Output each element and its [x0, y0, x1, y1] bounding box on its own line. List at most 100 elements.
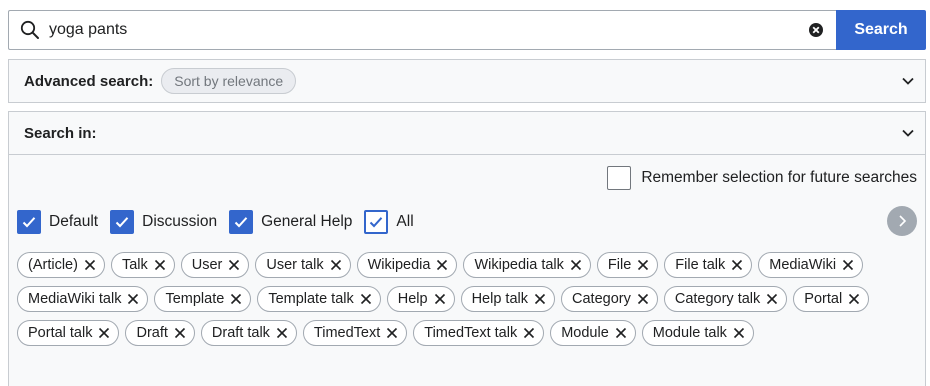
tag-label: (Article) — [28, 257, 78, 273]
tag-label: Draft — [136, 325, 168, 341]
tag-label: Wikipedia talk — [474, 257, 564, 273]
checkbox-checked-icon[interactable] — [229, 210, 254, 234]
remember-selection-checkbox[interactable]: Remember selection for future searches — [607, 166, 917, 190]
checkbox-checked-icon[interactable] — [17, 210, 41, 234]
tag-label: Module — [561, 325, 609, 341]
checkbox-checked-icon[interactable] — [110, 210, 135, 234]
namespace-tag[interactable]: (Article) — [17, 252, 105, 278]
tag-label: User — [191, 257, 223, 273]
namespace-tag[interactable]: Portal talk — [17, 320, 120, 346]
preset-all[interactable]: All — [364, 210, 414, 234]
close-icon[interactable] — [386, 327, 398, 339]
namespace-tag[interactable]: File talk — [664, 252, 753, 278]
namespace-tag[interactable]: Draft talk — [200, 320, 297, 346]
search-query-text[interactable]: yoga pants — [49, 21, 796, 39]
namespace-tag[interactable]: TimedText — [302, 320, 408, 346]
close-icon[interactable] — [434, 293, 446, 305]
tag-label: Help — [397, 291, 428, 307]
close-icon[interactable] — [733, 327, 745, 339]
close-icon[interactable] — [330, 259, 342, 271]
sort-chip[interactable]: Sort by relevance — [161, 68, 297, 94]
checkbox-checked-icon[interactable] — [364, 210, 389, 234]
namespace-tag[interactable]: Help talk — [460, 286, 555, 312]
namespace-tag[interactable]: MediaWiki — [758, 252, 864, 278]
close-icon[interactable] — [84, 259, 96, 271]
tag-label: TimedText — [313, 325, 381, 341]
tag-label: File talk — [675, 257, 726, 273]
search-in-title: Search in: — [24, 124, 97, 142]
close-icon[interactable] — [637, 259, 649, 271]
search-bar: yoga pants Search — [8, 10, 926, 50]
close-icon[interactable] — [731, 259, 743, 271]
checkbox-icon[interactable] — [607, 166, 632, 190]
clear-icon[interactable] — [796, 10, 836, 50]
search-input[interactable]: yoga pants — [8, 10, 836, 50]
preset-label: General Help — [261, 213, 353, 230]
tag-label: MediaWiki talk — [28, 291, 122, 307]
advanced-search-panel[interactable]: Advanced search: Sort by relevance — [8, 59, 926, 103]
tag-label: Portal — [804, 291, 843, 307]
namespace-tag[interactable]: TimedText talk — [413, 320, 545, 346]
close-icon[interactable] — [570, 259, 582, 271]
tag-label: Talk — [121, 257, 148, 273]
close-icon[interactable] — [637, 293, 649, 305]
preset-default[interactable]: Default — [17, 210, 98, 234]
close-icon[interactable] — [534, 293, 546, 305]
close-icon[interactable] — [360, 293, 372, 305]
next-arrow-button[interactable] — [887, 206, 917, 236]
close-icon[interactable] — [842, 259, 854, 271]
chevron-down-icon[interactable] — [901, 60, 915, 102]
tag-label: User talk — [266, 257, 324, 273]
tag-label: Wikipedia — [367, 257, 431, 273]
search-in-panel[interactable]: Search in: — [8, 111, 926, 155]
preset-general-help[interactable]: General Help — [229, 210, 352, 234]
namespace-tag[interactable]: File — [596, 252, 659, 278]
namespace-tag[interactable]: Wikipedia talk — [463, 252, 591, 278]
close-icon[interactable] — [523, 327, 535, 339]
close-icon[interactable] — [174, 327, 186, 339]
tag-label: Template — [165, 291, 225, 307]
namespace-tag[interactable]: MediaWiki talk — [17, 286, 149, 312]
namespace-tag[interactable]: Template — [154, 286, 252, 312]
namespace-tag[interactable]: Template talk — [257, 286, 381, 312]
preset-discussion[interactable]: Discussion — [110, 210, 217, 234]
close-icon[interactable] — [127, 293, 139, 305]
tag-label: Draft talk — [211, 325, 270, 341]
preset-label: All — [396, 213, 414, 230]
tag-label: Help talk — [471, 291, 528, 307]
preset-checkboxes: Default Discussion General Help All — [17, 210, 426, 234]
close-icon[interactable] — [276, 327, 288, 339]
namespace-tag[interactable]: Talk — [110, 252, 175, 278]
close-icon[interactable] — [98, 327, 110, 339]
namespace-tags: (Article) Talk User User talk Wikipedia … — [17, 252, 897, 346]
namespace-tag[interactable]: User — [180, 252, 250, 278]
tag-label: MediaWiki — [769, 257, 837, 273]
close-icon[interactable] — [228, 259, 240, 271]
close-icon[interactable] — [436, 259, 448, 271]
advanced-search-title: Advanced search: — [24, 72, 154, 90]
namespace-tag[interactable]: Module — [550, 320, 636, 346]
tag-label: Category — [572, 291, 631, 307]
close-icon[interactable] — [766, 293, 778, 305]
namespace-tag[interactable]: Category — [561, 286, 658, 312]
close-icon[interactable] — [154, 259, 166, 271]
namespace-tag[interactable]: User talk — [255, 252, 351, 278]
search-icon — [15, 10, 45, 50]
preset-label: Default — [49, 213, 99, 230]
close-icon[interactable] — [230, 293, 242, 305]
namespace-tag[interactable]: Wikipedia — [356, 252, 458, 278]
namespace-tag[interactable]: Help — [386, 286, 455, 312]
namespace-tag[interactable]: Portal — [793, 286, 870, 312]
remember-selection-label: Remember selection for future searches — [641, 169, 917, 186]
tag-label: Category talk — [674, 291, 761, 307]
namespace-tag[interactable]: Module talk — [641, 320, 754, 346]
close-icon[interactable] — [615, 327, 627, 339]
tag-label: Portal talk — [28, 325, 93, 341]
search-button[interactable]: Search — [836, 10, 926, 50]
namespace-tag[interactable]: Category talk — [663, 286, 788, 312]
namespace-tag[interactable]: Draft — [125, 320, 195, 346]
close-icon[interactable] — [848, 293, 860, 305]
tag-label: Template talk — [268, 291, 354, 307]
chevron-down-icon[interactable] — [901, 112, 915, 154]
preset-label: Discussion — [142, 213, 218, 230]
